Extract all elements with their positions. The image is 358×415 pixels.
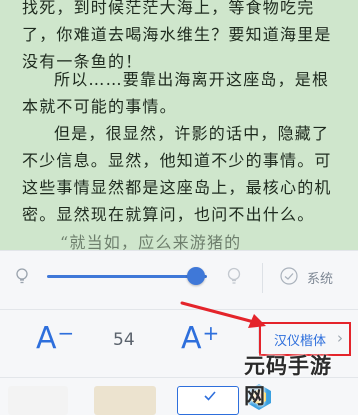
brightness-low-icon (16, 268, 28, 284)
system-brightness-label[interactable]: 系统 (307, 268, 333, 287)
reader-paragraph: 但是，很显然，许影的话中，隐藏了不少信息。显然，他知道不少的事情。可这些事情显然… (22, 124, 332, 224)
font-decrease-button[interactable]: A− (36, 321, 75, 356)
brightness-high-icon (227, 267, 241, 284)
reader-paragraph: 所以……要靠出海离开这座岛，是根本就不可能的事情。 (22, 70, 330, 116)
theme-swatch[interactable] (8, 386, 68, 415)
brightness-slider[interactable] (47, 275, 207, 278)
system-brightness-check-icon[interactable] (280, 267, 298, 285)
watermark: 元码手游网 (244, 354, 356, 415)
watermark-text: 元码手游网 (244, 354, 332, 408)
font-decrease-letter: A (36, 321, 57, 356)
theme-swatch-selected[interactable] (177, 386, 239, 415)
reader-page[interactable]: 找死，到时候茫茫大海上，等食物吃完了，你难道去喝海水维生？要知道海里是没有一条鱼… (0, 0, 358, 250)
font-size-value: 54 (113, 330, 135, 350)
reader-paragraph: 找死，到时候茫茫大海上，等食物吃完了，你难道去喝海水维生？要知道海里是没有一条鱼… (22, 0, 332, 71)
annotation-arrow-icon (180, 301, 266, 328)
reader-paragraph: “就当如，应么来游猪的 (60, 233, 242, 250)
check-icon (204, 391, 216, 401)
minus-icon: − (57, 321, 75, 345)
divider (0, 309, 358, 310)
chevron-right-icon: › (337, 329, 343, 347)
brightness-slider-thumb[interactable] (186, 267, 205, 285)
font-face-label: 汉仪楷体 (274, 334, 327, 349)
reading-settings-panel: 系统 A− 54 A+ 汉仪楷体 › 元码手游网 (0, 250, 358, 415)
divider (262, 263, 263, 293)
theme-swatch[interactable] (94, 386, 156, 415)
